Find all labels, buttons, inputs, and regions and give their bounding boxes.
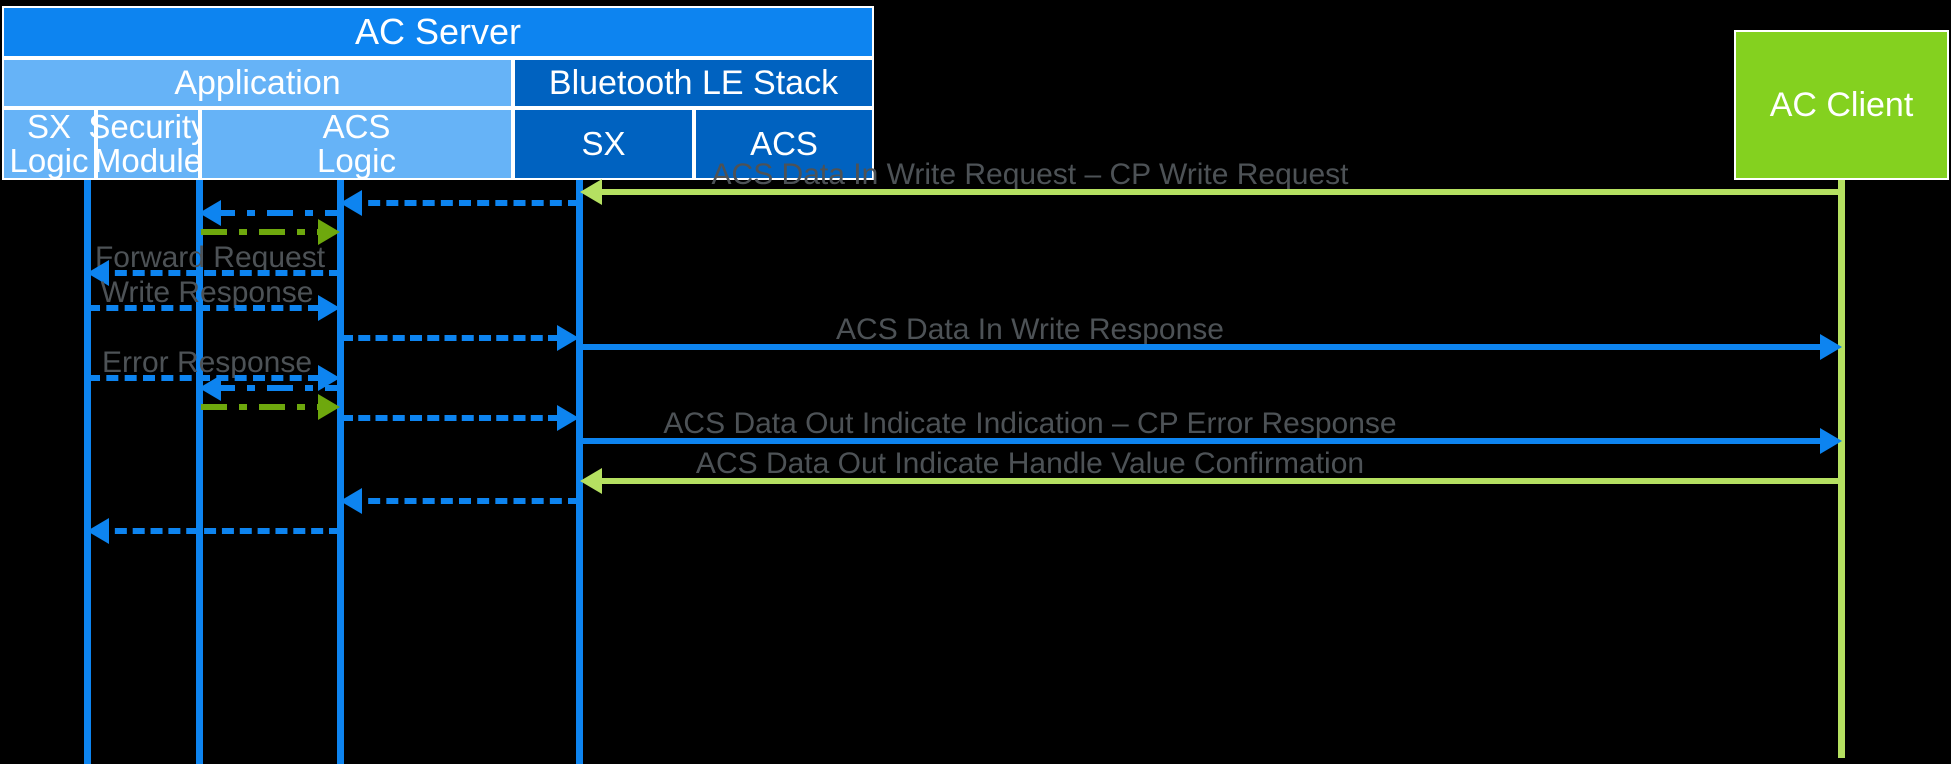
arrowhead-acs-logic-to-acs-write-response	[557, 325, 579, 351]
caption-acs-data-out-indicate-indication: ACS Data Out Indicate Indication – CP Er…	[663, 407, 1397, 440]
message-line-security-to-acs-logic-grant	[201, 229, 321, 235]
message-line-acs-to-acs-logic-write-request	[350, 200, 580, 206]
arrowhead-security-to-acs-logic-error	[318, 394, 340, 420]
caption-acs-data-out-handle-value-confirmation: ACS Data Out Indicate Handle Value Confi…	[695, 447, 1365, 480]
header-ac-server: AC Server	[2, 6, 874, 58]
header-bluetooth-le-stack: Bluetooth LE Stack	[513, 58, 874, 108]
message-line-security-to-acs-logic-error	[201, 404, 321, 410]
arrowhead-acs-to-acs-logic-write-request	[340, 190, 362, 216]
ac-client-lifeline	[1838, 180, 1845, 758]
arrowhead-acs-data-out-indicate-indication	[1820, 428, 1842, 454]
caption-write-response: Write Response	[100, 276, 314, 309]
arrowhead-acs-logic-to-acs-indication	[557, 405, 579, 431]
message-line-acs-logic-to-acs-indication	[341, 415, 560, 421]
caption-acs-data-in-write-request: ACS Data In Write Request – CP Write Req…	[711, 158, 1349, 191]
arrowhead-acs-data-out-handle-value-confirmation	[580, 468, 602, 494]
arrowhead-acs-logic-to-security-error	[199, 375, 221, 401]
arrowhead-acs-data-in-write-response	[1820, 334, 1842, 360]
acs-logic-lifeline	[337, 180, 344, 764]
arrowhead-acs-logic-to-security-check	[199, 200, 221, 226]
arrowhead-acs-data-in-write-request	[580, 179, 602, 205]
caption-forward-request: Forward Request	[94, 241, 326, 274]
arrowhead-write-response	[318, 295, 340, 321]
caption-acs-data-in-write-response: ACS Data In Write Response	[836, 313, 1224, 346]
message-line-acs-to-acs-logic-confirmation	[350, 498, 580, 504]
sequence-diagram-canvas: AC Server Application Bluetooth LE Stack…	[0, 0, 1951, 764]
arrowhead-acs-to-acs-logic-confirmation	[340, 488, 362, 514]
header-ac-client: AC Client	[1734, 30, 1949, 180]
header-application: Application	[2, 58, 513, 108]
arrowhead-error-response	[318, 365, 340, 391]
message-line-acs-logic-to-sx-logic-final	[97, 528, 341, 534]
caption-error-response: Error Response	[101, 346, 313, 379]
message-line-acs-logic-to-security-check	[209, 210, 341, 216]
header-column-stack-sx: SX	[513, 108, 694, 180]
arrowhead-acs-logic-to-sx-logic-final	[87, 518, 109, 544]
header-column-security-module: Security Module	[88, 108, 208, 180]
header-column-acs-logic: ACS Logic	[200, 108, 513, 180]
message-line-acs-logic-to-acs-write-response	[341, 335, 560, 341]
header-column-sx-logic: SX Logic	[2, 108, 96, 180]
